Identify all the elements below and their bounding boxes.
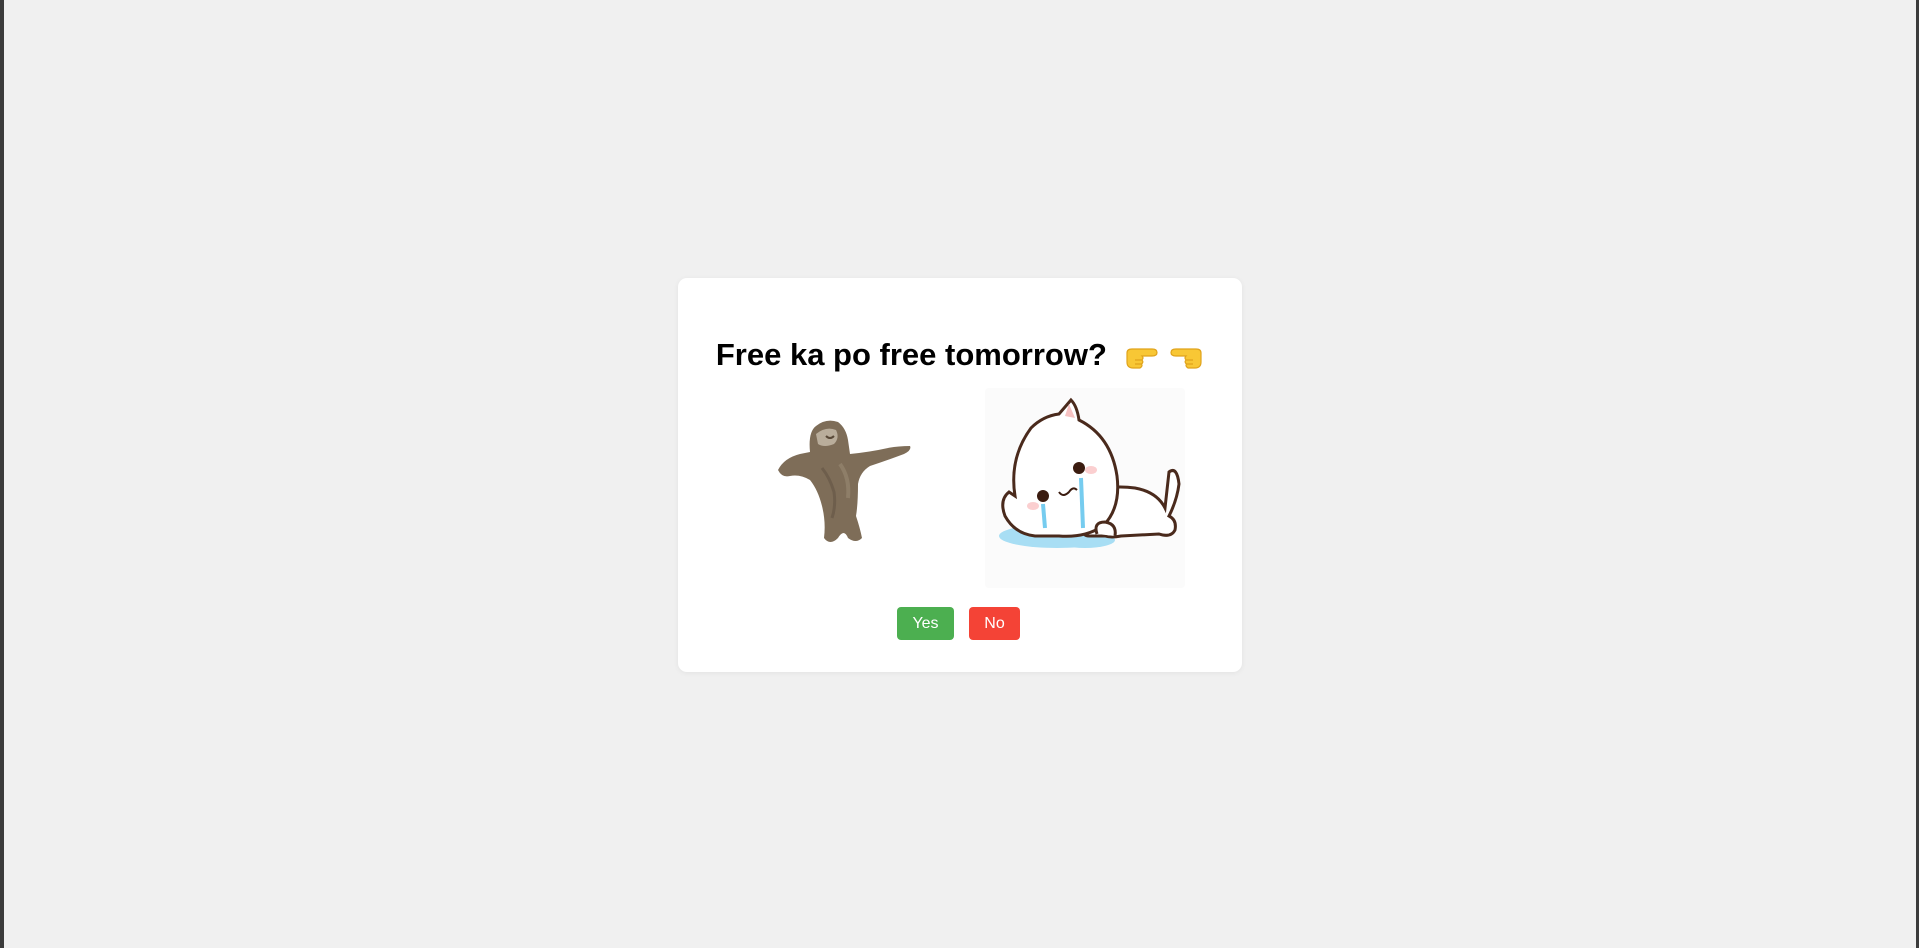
question-title: Free ka po free tomorrow? [678,335,1242,373]
question-card: Free ka po free tomorrow? Yes No [678,278,1242,672]
pointing-right-hand-icon [1125,348,1158,369]
yes-button[interactable]: Yes [897,607,954,640]
question-text: Free ka po free tomorrow? [715,336,1107,372]
crying-cat-image [985,388,1185,588]
no-button[interactable]: No [969,607,1020,640]
dancing-cat-image [778,420,911,542]
window-frame-left [0,0,4,948]
pointing-left-hand-icon [1170,348,1202,369]
pointing-hands [1124,337,1205,373]
